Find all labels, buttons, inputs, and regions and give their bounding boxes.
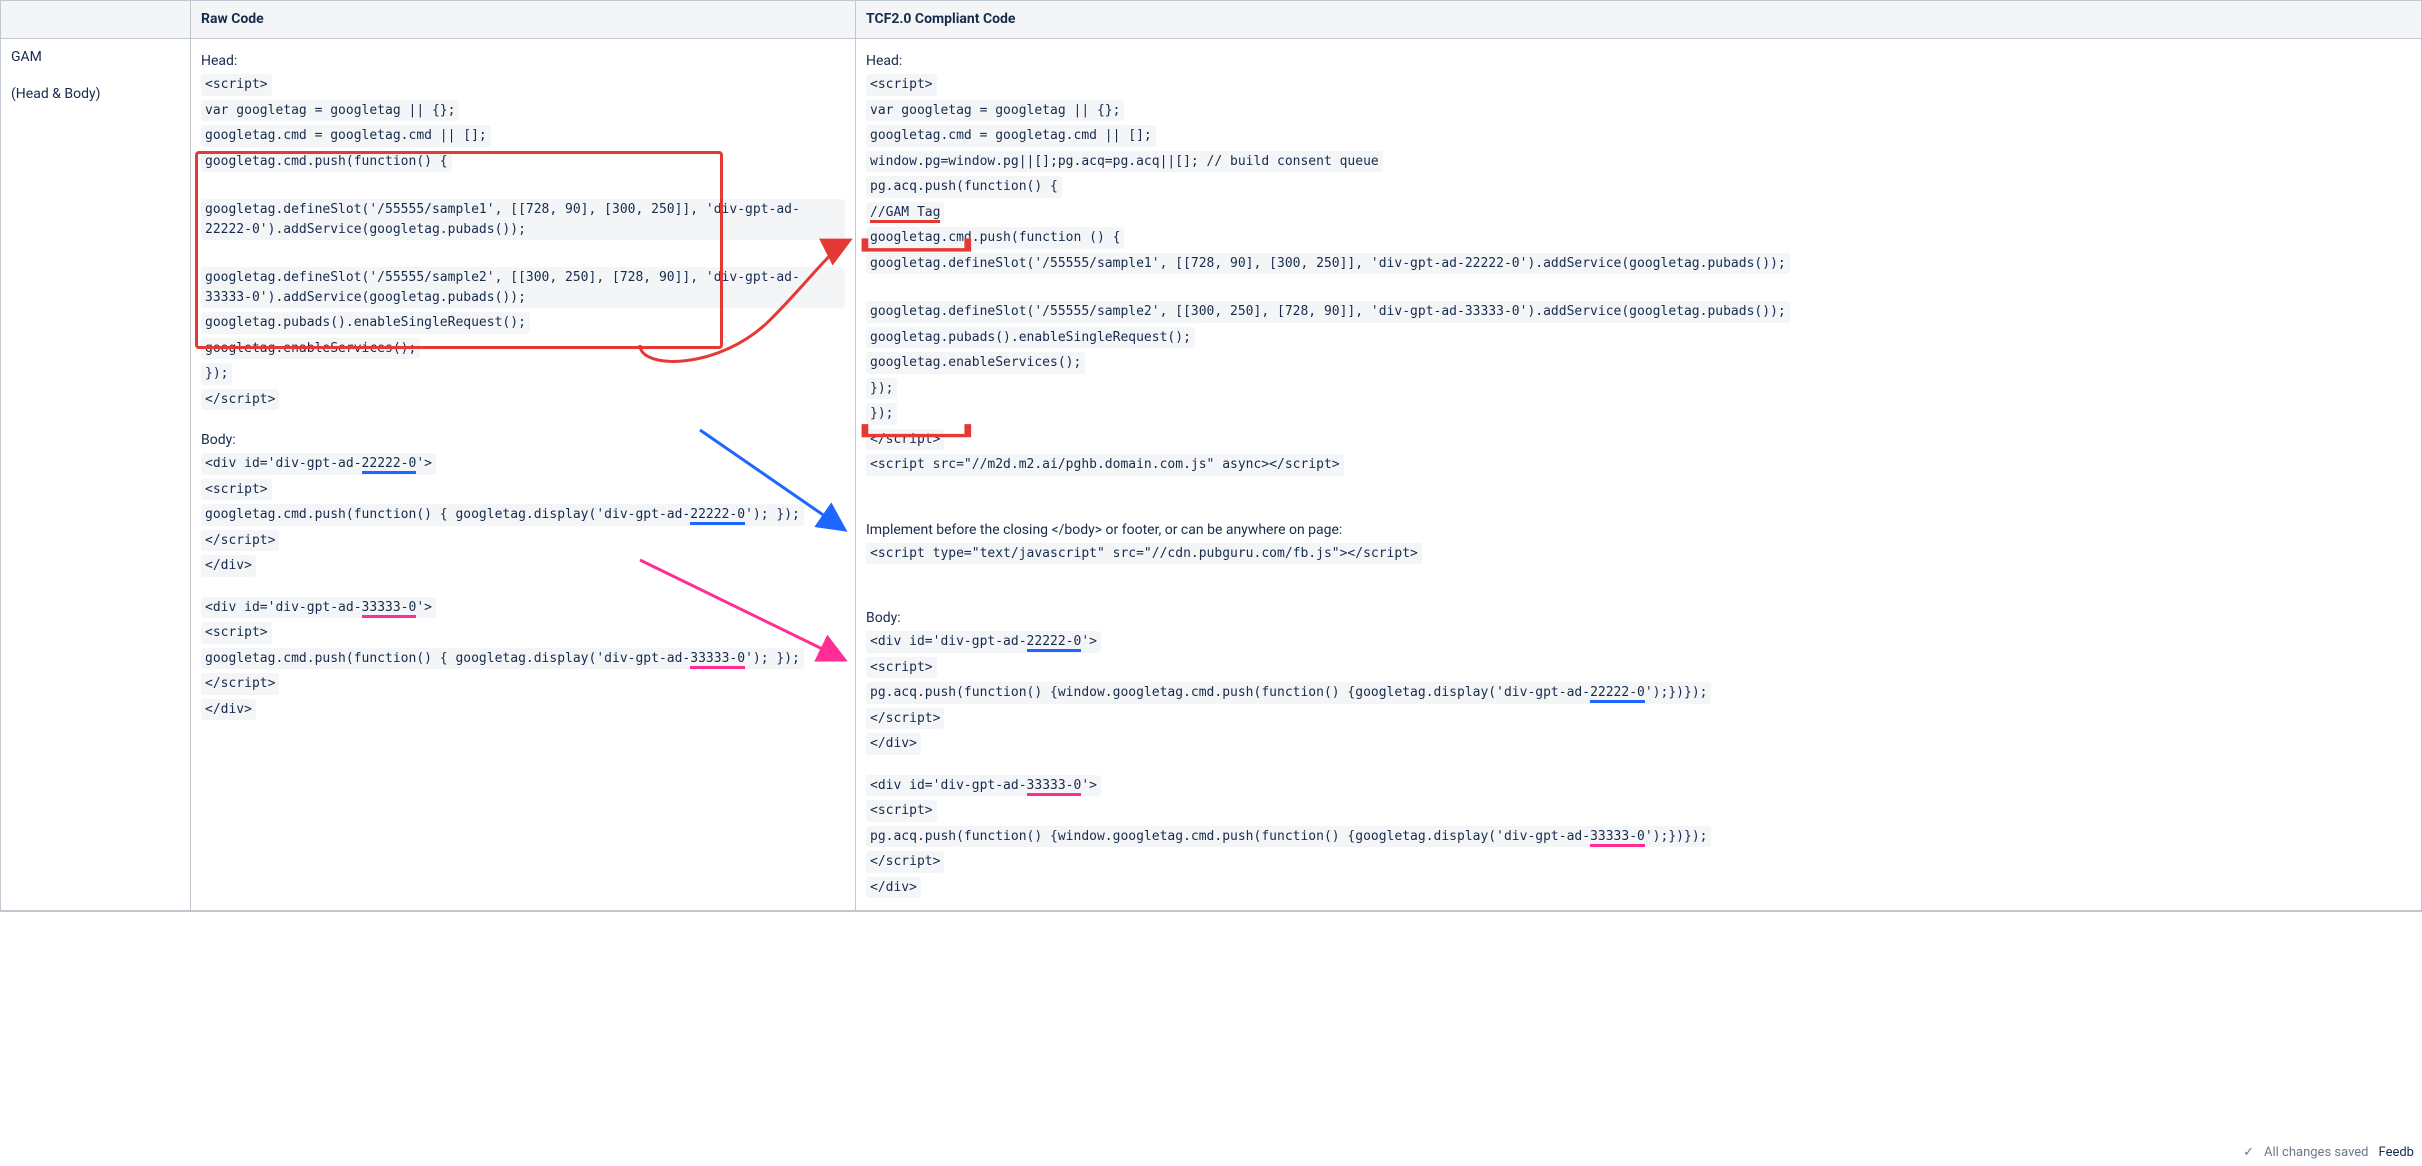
raw-head-line: googletag.cmd = googletag.cmd || []; xyxy=(201,125,491,147)
comp-body2-script-close: </script> xyxy=(866,851,944,873)
raw-body2-script-close: </script> xyxy=(201,673,279,695)
footer-status-bar: ✓ All changes saved Feedb xyxy=(2235,1139,2422,1166)
raw-head-line: var googletag = googletag || {}; xyxy=(201,100,459,122)
raw-head-line: googletag.cmd.push(function() { xyxy=(201,151,452,173)
raw-head-line: <script> xyxy=(201,74,272,96)
comp-head-line: window.pg=window.pg||[];pg.acq=pg.acq||[… xyxy=(866,151,1383,173)
raw-head-line: googletag.defineSlot('/55555/sample2', [… xyxy=(201,267,845,308)
saved-status: All changes saved xyxy=(2264,1143,2369,1163)
row-label-sub: (Head & Body) xyxy=(11,84,180,105)
comp-post-line: <script src="//m2d.m2.ai/pghb.domain.com… xyxy=(866,454,1344,476)
comp-head-line: var googletag = googletag || {}; xyxy=(866,100,1124,122)
raw-body2-div-close: </div> xyxy=(201,699,256,721)
comp-block-line: googletag.defineSlot('/55555/sample2', [… xyxy=(866,301,1790,323)
raw-body2-push: googletag.cmd.push(function() { googleta… xyxy=(201,648,804,670)
raw-head-line: googletag.defineSlot('/55555/sample1', [… xyxy=(201,199,845,240)
comp-body-label: Body: xyxy=(866,608,2411,629)
comp-block-line: googletag.cmd.push(function () { xyxy=(866,227,1124,249)
raw-body-label: Body: xyxy=(201,430,845,451)
comp-body1-script-open: <script> xyxy=(866,657,937,679)
raw-head-line: </script> xyxy=(201,389,279,411)
comp-head-label: Head: xyxy=(866,51,2411,72)
compliant-code-cell: Head: <script> var googletag = googletag … xyxy=(856,39,2421,911)
check-icon: ✓ xyxy=(2243,1143,2254,1163)
raw-body1-div: <div id='div-gpt-ad-22222-0'> xyxy=(201,453,436,475)
comp-body2-push: pg.acq.push(function() {window.googletag… xyxy=(866,826,1711,848)
raw-head-label: Head: xyxy=(201,51,845,72)
comp-implement-note: Implement before the closing </body> or … xyxy=(866,520,2411,541)
comp-body1-div-close: </div> xyxy=(866,733,921,755)
raw-code-cell: Head: <script> var googletag = googletag … xyxy=(191,39,856,911)
raw-body1-script-close: </script> xyxy=(201,530,279,552)
raw-body1-push: googletag.cmd.push(function() { googleta… xyxy=(201,504,804,526)
raw-head-line: }); xyxy=(201,363,232,385)
comp-head-line: pg.acq.push(function() { xyxy=(866,176,1062,198)
feedback-link[interactable]: Feedb xyxy=(2379,1143,2414,1163)
comp-body2-div-close: </div> xyxy=(866,877,921,899)
code-comparison-table: Raw Code TCF2.0 Compliant Code GAM (Head… xyxy=(0,0,2422,912)
comp-post-line: </script> xyxy=(866,429,944,451)
header-raw-code: Raw Code xyxy=(191,1,856,39)
comp-block-line: googletag.defineSlot('/55555/sample1', [… xyxy=(866,253,1790,275)
raw-head-line: googletag.pubads().enableSingleRequest()… xyxy=(201,312,530,334)
comp-head-line: googletag.cmd = googletag.cmd || []; xyxy=(866,125,1156,147)
raw-body1-div-close: </div> xyxy=(201,555,256,577)
comp-gam-tag: //GAM Tag xyxy=(866,202,944,224)
comp-body2-div: <div id='div-gpt-ad-33333-0'> xyxy=(866,775,1101,797)
raw-body2-div: <div id='div-gpt-ad-33333-0'> xyxy=(201,597,436,619)
comp-cdn-script: <script type="text/javascript" src="//cd… xyxy=(866,543,1422,565)
row-label-gam: GAM (Head & Body) xyxy=(1,39,191,911)
comp-block-line: }); xyxy=(866,378,897,400)
header-compliant-code: TCF2.0 Compliant Code xyxy=(856,1,2421,39)
comp-body2-script-open: <script> xyxy=(866,800,937,822)
comp-body1-push: pg.acq.push(function() {window.googletag… xyxy=(866,682,1711,704)
raw-body1-script-open: <script> xyxy=(201,479,272,501)
comp-body1-div: <div id='div-gpt-ad-22222-0'> xyxy=(866,631,1101,653)
comp-body1-script-close: </script> xyxy=(866,708,944,730)
raw-head-line: googletag.enableServices(); xyxy=(201,338,420,360)
row-label-main: GAM xyxy=(11,47,180,68)
comp-head-line: <script> xyxy=(866,74,937,96)
comp-post-line: }); xyxy=(866,403,897,425)
raw-body2-script-open: <script> xyxy=(201,622,272,644)
comp-block-line: googletag.pubads().enableSingleRequest()… xyxy=(866,327,1195,349)
comp-block-line: googletag.enableServices(); xyxy=(866,352,1085,374)
header-blank xyxy=(1,1,191,39)
